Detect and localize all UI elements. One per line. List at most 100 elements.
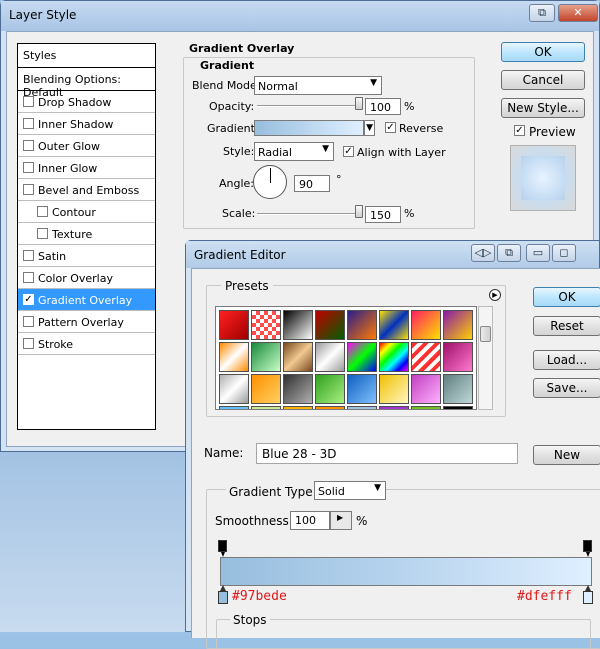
blend-mode-select[interactable]: Normal ▼ bbox=[254, 76, 382, 95]
back-forward-icon[interactable]: ◁▷ bbox=[471, 244, 495, 262]
preset-swatch[interactable] bbox=[411, 342, 441, 372]
scale-slider-track[interactable] bbox=[257, 213, 359, 215]
preset-swatch[interactable] bbox=[283, 342, 313, 372]
style-item[interactable]: Color Overlay bbox=[18, 267, 155, 289]
style-checkbox[interactable] bbox=[23, 316, 34, 327]
style-item[interactable]: Contour bbox=[18, 201, 155, 223]
style-item[interactable]: Bevel and Emboss bbox=[18, 179, 155, 201]
gradient-ok-button[interactable]: OK bbox=[533, 287, 600, 307]
save-button[interactable]: Save... bbox=[533, 378, 600, 398]
style-item[interactable]: Pattern Overlay bbox=[18, 311, 155, 333]
gradient-editor-titlebar[interactable]: Gradient Editor ◁▷ ⧉ ▭ ◻ bbox=[186, 241, 599, 268]
style-item[interactable]: ✓ Gradient Overlay bbox=[18, 289, 155, 311]
preset-swatch[interactable] bbox=[379, 374, 409, 404]
preset-swatch[interactable] bbox=[315, 374, 345, 404]
layer-style-titlebar[interactable]: Layer Style ⧉ ✕ bbox=[1, 1, 599, 31]
copy-window-icon[interactable]: ⧉ bbox=[497, 244, 521, 262]
new-button[interactable]: New bbox=[533, 445, 600, 465]
style-item[interactable]: Outer Glow bbox=[18, 135, 155, 157]
align-with-layer-checkbox[interactable]: ✓ bbox=[343, 146, 354, 157]
cancel-button[interactable]: Cancel bbox=[501, 70, 585, 90]
preset-swatch[interactable] bbox=[443, 406, 473, 409]
preset-swatch[interactable] bbox=[347, 374, 377, 404]
style-checkbox[interactable]: ✓ bbox=[23, 294, 34, 305]
presets-scrollbar-thumb[interactable] bbox=[480, 326, 491, 342]
smoothness-input[interactable]: 100 bbox=[290, 511, 330, 530]
style-checkbox[interactable] bbox=[23, 338, 34, 349]
name-input[interactable]: Blue 28 - 3D bbox=[256, 443, 518, 464]
preset-swatch[interactable] bbox=[347, 406, 377, 409]
opacity-input[interactable]: 100 bbox=[365, 98, 401, 115]
style-item[interactable]: Texture bbox=[18, 223, 155, 245]
presets-menu-icon[interactable]: ▶ bbox=[489, 289, 501, 301]
preset-swatch[interactable] bbox=[379, 310, 409, 340]
preset-swatch[interactable] bbox=[283, 374, 313, 404]
preset-swatch[interactable] bbox=[251, 342, 281, 372]
gradient-bar[interactable] bbox=[220, 557, 592, 586]
preset-swatch[interactable] bbox=[347, 310, 377, 340]
preset-swatch[interactable] bbox=[379, 342, 409, 372]
preset-swatch[interactable] bbox=[411, 406, 441, 409]
style-item[interactable]: Inner Glow bbox=[18, 157, 155, 179]
preset-swatch[interactable] bbox=[315, 342, 345, 372]
style-checkbox[interactable] bbox=[23, 272, 34, 283]
maximize-window-icon[interactable]: ◻ bbox=[552, 244, 576, 262]
gradient-type-select[interactable]: Solid ▼ bbox=[314, 481, 386, 500]
preset-swatch[interactable] bbox=[315, 406, 345, 409]
style-checkbox[interactable] bbox=[23, 96, 34, 107]
style-checkbox[interactable] bbox=[23, 118, 34, 129]
style-item[interactable]: Stroke bbox=[18, 333, 155, 355]
preset-swatch[interactable] bbox=[443, 342, 473, 372]
minimize-window-icon[interactable]: ▭ bbox=[526, 244, 550, 262]
color-stop-end[interactable] bbox=[583, 585, 593, 604]
preset-swatch[interactable] bbox=[283, 406, 313, 409]
reset-button[interactable]: Reset bbox=[533, 316, 600, 336]
preset-swatch[interactable] bbox=[443, 374, 473, 404]
angle-input[interactable]: 90 bbox=[294, 175, 330, 192]
preset-swatch[interactable] bbox=[283, 310, 313, 340]
style-checkbox[interactable] bbox=[37, 228, 48, 239]
new-style-button[interactable]: New Style... bbox=[501, 98, 585, 118]
presets-scrollbar[interactable] bbox=[478, 306, 493, 410]
preset-swatch[interactable] bbox=[347, 342, 377, 372]
blending-options-item[interactable]: Blending Options: Default bbox=[18, 68, 155, 99]
preset-swatch[interactable] bbox=[219, 374, 249, 404]
opacity-stop-start[interactable] bbox=[218, 540, 227, 557]
preset-swatch[interactable] bbox=[219, 310, 249, 340]
reverse-checkbox[interactable]: ✓ bbox=[385, 122, 396, 133]
style-checkbox[interactable] bbox=[23, 250, 34, 261]
preset-swatch[interactable] bbox=[251, 374, 281, 404]
ok-button[interactable]: OK bbox=[501, 42, 585, 62]
scale-slider-thumb[interactable] bbox=[355, 205, 363, 218]
style-item[interactable]: Satin bbox=[18, 245, 155, 267]
style-item[interactable]: Inner Shadow bbox=[18, 113, 155, 135]
restore-window-icon[interactable]: ⧉ bbox=[529, 4, 555, 22]
close-window-icon[interactable]: ✕ bbox=[558, 4, 598, 22]
style-item[interactable]: Drop Shadow bbox=[18, 91, 155, 113]
preset-swatch[interactable] bbox=[219, 406, 249, 409]
load-button[interactable]: Load... bbox=[533, 350, 600, 370]
gradient-swatch[interactable] bbox=[254, 120, 364, 136]
preset-swatch[interactable] bbox=[379, 406, 409, 409]
preview-checkbox[interactable]: ✓ bbox=[514, 125, 525, 136]
style-checkbox[interactable] bbox=[37, 206, 48, 217]
color-stop-start[interactable] bbox=[218, 585, 228, 604]
preset-swatch[interactable] bbox=[411, 310, 441, 340]
style-checkbox[interactable] bbox=[23, 162, 34, 173]
preset-swatch[interactable] bbox=[219, 342, 249, 372]
preset-swatch[interactable] bbox=[315, 310, 345, 340]
style-checkbox[interactable] bbox=[23, 140, 34, 151]
preset-swatch[interactable] bbox=[411, 374, 441, 404]
smoothness-stepper-icon[interactable]: ▶ bbox=[330, 511, 352, 530]
styles-header[interactable]: Styles bbox=[18, 44, 155, 68]
preset-swatch[interactable] bbox=[443, 310, 473, 340]
angle-dial[interactable] bbox=[253, 165, 287, 199]
gradient-picker-button[interactable]: ▼ bbox=[364, 120, 375, 136]
style-select[interactable]: Radial ▼ bbox=[254, 142, 334, 161]
preset-swatch[interactable] bbox=[251, 310, 281, 340]
opacity-slider-track[interactable] bbox=[257, 105, 359, 107]
opacity-slider-thumb[interactable] bbox=[355, 97, 363, 110]
style-checkbox[interactable] bbox=[23, 184, 34, 195]
opacity-stop-end[interactable] bbox=[583, 540, 592, 557]
preset-swatch[interactable] bbox=[251, 406, 281, 409]
